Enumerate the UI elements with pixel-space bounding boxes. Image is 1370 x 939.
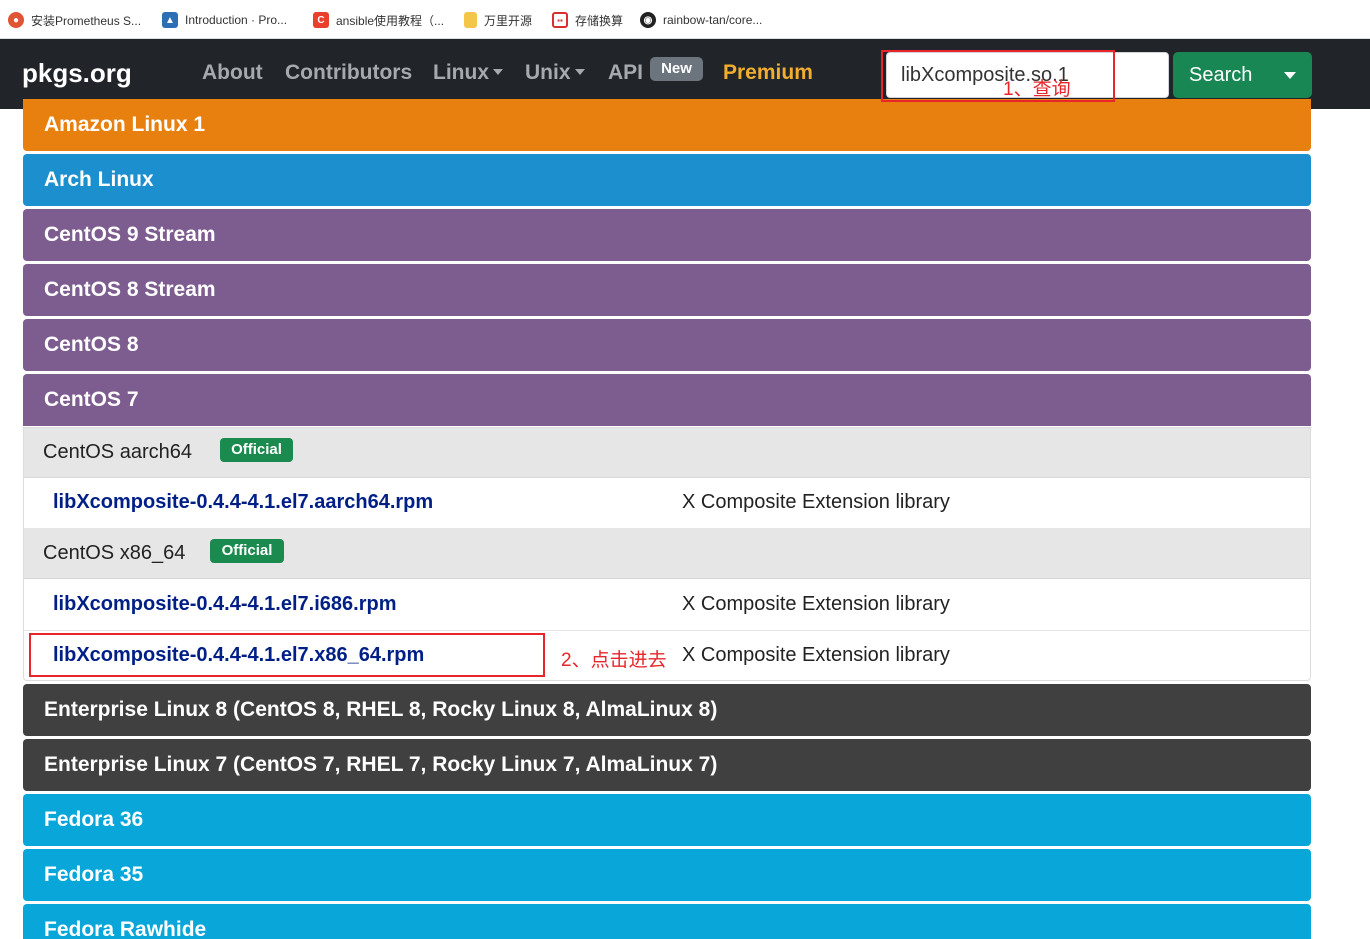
package-description: X Composite Extension library (682, 491, 950, 513)
distro-amazon-linux-1[interactable]: Amazon Linux 1 (23, 99, 1311, 151)
folder-icon (464, 12, 477, 28)
nav-unix-label: Unix (525, 61, 571, 84)
chevron-down-icon (574, 69, 585, 75)
package-row: libXcomposite-0.4.4-4.1.el7.aarch64.rpm … (24, 478, 1310, 529)
chevron-down-icon (493, 69, 503, 75)
nav-api[interactable]: API (608, 61, 643, 85)
bookmark-storage[interactable]: ▪▪ 存储换算 (552, 10, 623, 30)
repo-title: CentOS x86_64 (43, 542, 186, 564)
bookmark-label: Introduction · Pro... (185, 13, 288, 27)
nav-linux-dropdown[interactable]: Linux (433, 61, 503, 85)
search-button[interactable]: Search (1173, 52, 1274, 98)
nav-linux-label: Linux (433, 61, 489, 84)
distro-fedora-35[interactable]: Fedora 35 (23, 849, 1311, 901)
csdn-icon: C (313, 12, 329, 28)
bookmark-label: rainbow-tan/core... (663, 13, 763, 27)
new-badge: New (650, 57, 703, 81)
nav-about[interactable]: About (202, 61, 263, 85)
bookmark-wanli[interactable]: 万里开源 (464, 10, 532, 30)
distro-enterprise-linux-8[interactable]: Enterprise Linux 8 (CentOS 8, RHEL 8, Ro… (23, 684, 1311, 736)
annotation-search-highlight (881, 50, 1115, 102)
package-description: X Composite Extension library (682, 593, 950, 615)
nav-contributors[interactable]: Contributors (285, 61, 412, 85)
bookmark-label: 万里开源 (484, 13, 533, 28)
official-badge: Official (210, 539, 284, 563)
github-icon: ◉ (640, 12, 656, 28)
calc-icon: ▪▪ (552, 12, 568, 28)
distro-centos-9-stream[interactable]: CentOS 9 Stream (23, 209, 1311, 261)
annotation-step1-label: 1、查询 (1003, 79, 1071, 100)
package-description: X Composite Extension library (682, 644, 950, 666)
docs-icon: ▲ (162, 12, 178, 28)
repo-title: CentOS aarch64 (43, 441, 192, 463)
official-badge: Official (220, 438, 293, 462)
nav-unix-dropdown[interactable]: Unix (525, 61, 585, 85)
distro-fedora-36[interactable]: Fedora 36 (23, 794, 1311, 846)
distro-arch-linux[interactable]: Arch Linux (23, 154, 1311, 206)
annotation-step2-label: 2、点击进去 (561, 650, 667, 671)
bookmark-label: ansible使用教程（... (336, 13, 445, 28)
nav-premium[interactable]: Premium (723, 61, 813, 85)
package-link[interactable]: libXcomposite-0.4.4-4.1.el7.aarch64.rpm (53, 491, 433, 514)
distro-fedora-rawhide[interactable]: Fedora Rawhide (23, 904, 1311, 939)
distro-centos-7[interactable]: CentOS 7 (23, 374, 1311, 426)
bookmark-label: 安装Prometheus S... (31, 13, 142, 28)
repo-header-x86-64: CentOS x86_64 Official (24, 529, 1310, 579)
bookmark-introduction[interactable]: ▲ Introduction · Pro... (162, 10, 287, 30)
bookmark-github[interactable]: ◉ rainbow-tan/core... (640, 10, 762, 30)
bookmark-prometheus[interactable]: ● 安装Prometheus S... (8, 10, 141, 30)
package-row: libXcomposite-0.4.4-4.1.el7.i686.rpm X C… (24, 580, 1310, 631)
bookmarks-bar: ● 安装Prometheus S... ▲ Introduction · Pro… (0, 0, 1370, 39)
distro-centos-8-stream[interactable]: CentOS 8 Stream (23, 264, 1311, 316)
distro-centos-8[interactable]: CentOS 8 (23, 319, 1311, 371)
distro-enterprise-linux-7[interactable]: Enterprise Linux 7 (CentOS 7, RHEL 7, Ro… (23, 739, 1311, 791)
chevron-down-icon (1284, 72, 1296, 79)
search-options-toggle[interactable] (1270, 52, 1312, 98)
bookmark-label: 存储换算 (575, 13, 624, 28)
annotation-package-highlight (29, 633, 545, 677)
brand-logo[interactable]: pkgs.org (22, 58, 132, 89)
repo-header-aarch64: CentOS aarch64 Official (24, 428, 1310, 478)
prometheus-icon: ● (8, 12, 24, 28)
bookmark-ansible[interactable]: C ansible使用教程（... (313, 10, 444, 30)
package-link[interactable]: libXcomposite-0.4.4-4.1.el7.i686.rpm (53, 593, 396, 616)
